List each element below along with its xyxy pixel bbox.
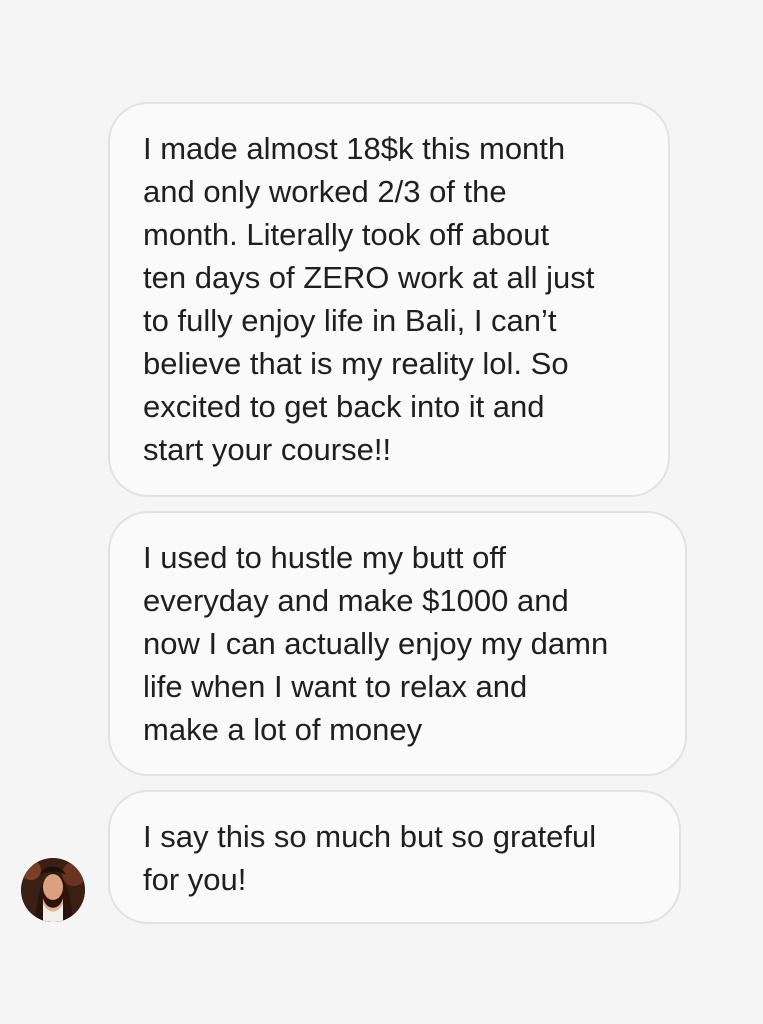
message-line: and only worked 2/3 of the: [143, 174, 507, 209]
message-line: everyday and make $1000 and: [143, 583, 569, 618]
message-bubble[interactable]: I made almost 18$k this month and only w…: [108, 102, 670, 497]
profile-photo-avatar-icon: [21, 858, 85, 922]
message-line: I made almost 18$k this month: [143, 131, 566, 166]
avatar[interactable]: [21, 858, 85, 922]
message-thread: I made almost 18$k this month and only w…: [0, 0, 763, 1024]
message-bubble[interactable]: I say this so much but so grateful for y…: [108, 790, 681, 924]
message-line: believe that is my reality lol. So: [143, 346, 569, 381]
message-line: excited to get back into it and: [143, 389, 545, 424]
message-line: now I can actually enjoy my damn: [143, 626, 609, 661]
message-line: month. Literally took off about: [143, 217, 550, 252]
message-line: I used to hustle my butt off: [143, 540, 507, 575]
message-line: make a lot of money: [143, 712, 423, 747]
message-bubble[interactable]: I used to hustle my butt off everyday an…: [108, 511, 687, 776]
message-line: life when I want to relax and: [143, 669, 528, 704]
message-line: ten days of ZERO work at all just: [143, 260, 595, 295]
message-line: to fully enjoy life in Bali, I can’t: [143, 303, 557, 338]
message-line: start your course!!: [143, 432, 392, 467]
message-line: for you!: [143, 862, 247, 897]
message-line: I say this so much but so grateful: [143, 819, 597, 854]
